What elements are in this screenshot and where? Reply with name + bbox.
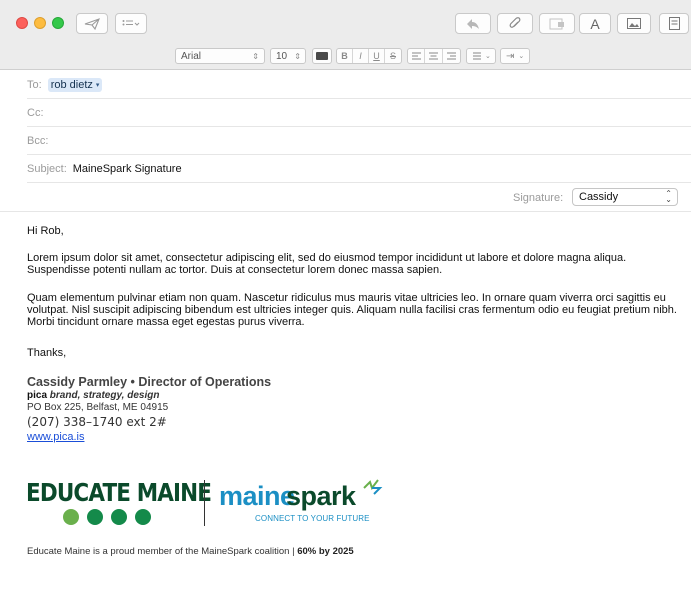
signature-name-title: Cassidy Parmley • Director of Operations <box>27 375 272 389</box>
subject-value[interactable]: MaineSpark Signature <box>73 163 182 175</box>
body-paragraph-1[interactable]: Lorem ipsum dolor sit amet, consectetur … <box>27 252 677 276</box>
mainespark-logo-spark: spark <box>286 481 356 511</box>
signature-label: Signature: <box>513 192 564 204</box>
subject-field[interactable]: Subject: MaineSpark Signature <box>27 155 691 183</box>
signature-value: Cassidy <box>579 191 619 203</box>
cc-field[interactable]: Cc: <box>27 99 691 127</box>
font-icon: A <box>590 15 600 32</box>
select-arrows-icon: ⇕ <box>294 51 301 61</box>
tools-icon <box>111 509 127 525</box>
chart-icon <box>63 509 79 525</box>
educate-maine-logo: EDUCATE MAINE <box>26 478 212 507</box>
logo-divider <box>204 480 205 526</box>
bcc-field[interactable]: Bcc: <box>27 127 691 155</box>
indent-icon: ⇥ <box>506 50 515 62</box>
signature-tagline: brand, strategy, design <box>49 390 160 401</box>
signature-select[interactable]: Cassidy ⌃ ⌄ <box>572 188 678 206</box>
footer-text: Educate Maine is a proud member of the M… <box>27 546 295 557</box>
font-size-select[interactable]: 10 ⇕ <box>270 48 306 64</box>
footer-note: Educate Maine is a proud member of the M… <box>27 546 354 557</box>
cc-label: Cc: <box>27 106 44 119</box>
align-center-icon <box>429 52 439 60</box>
to-field[interactable]: To: rob dietz ▾ <box>27 71 691 99</box>
font-family-select[interactable]: Arial ⇕ <box>175 48 265 64</box>
signature-company-line: pica brand, strategy, design <box>27 390 159 401</box>
bcc-label: Bcc: <box>27 134 49 147</box>
bullet-list-icon <box>473 52 481 60</box>
mainespark-tagline: CONNECT TO YOUR FUTURE <box>255 514 370 523</box>
list-style-select[interactable]: ⌄ <box>466 48 496 64</box>
strikethrough-button[interactable]: S <box>385 49 401 63</box>
mainespark-logo-maine: maine <box>219 481 295 511</box>
chevron-down-icon: ▾ <box>95 81 100 89</box>
underline-button[interactable]: U <box>369 49 385 63</box>
italic-button[interactable]: I <box>353 49 369 63</box>
photo-browser-button[interactable] <box>617 13 651 34</box>
greeting[interactable]: Hi Rob, <box>27 225 677 237</box>
to-label: To: <box>27 78 42 91</box>
subject-label: Subject: <box>27 162 67 175</box>
fonts-button[interactable]: A <box>579 13 611 34</box>
format-menu-button[interactable] <box>115 13 147 34</box>
window-toolbar: A <box>0 0 691 44</box>
spark-star-icon <box>363 479 383 495</box>
closing[interactable]: Thanks, <box>27 347 677 359</box>
align-left-icon <box>411 52 421 60</box>
photo-browser-icon <box>627 18 641 29</box>
attach-icon <box>509 16 521 28</box>
footer-goal: 60% by 2025 <box>297 546 354 557</box>
align-right-button[interactable] <box>443 49 460 63</box>
recipient-token[interactable]: rob dietz ▾ <box>47 77 103 92</box>
bold-button[interactable]: B <box>337 49 353 63</box>
graduation-cap-icon <box>87 509 103 525</box>
font-family-value: Arial <box>181 50 202 62</box>
align-left-button[interactable] <box>408 49 426 63</box>
signature-company: pica <box>27 390 48 401</box>
chevron-down-icon: ⌄ <box>485 53 491 60</box>
list-icon <box>122 19 140 26</box>
align-right-icon <box>446 52 456 60</box>
reply-button[interactable] <box>455 13 491 34</box>
body-paragraph-2[interactable]: Quam elementum pulvinar etiam non quam. … <box>27 292 677 328</box>
select-arrows-icon: ⌃ ⌄ <box>665 189 672 204</box>
text-color-button[interactable] <box>312 48 332 64</box>
lightbulb-icon <box>135 509 151 525</box>
close-window-button[interactable] <box>16 17 28 29</box>
template-button[interactable] <box>659 13 689 34</box>
send-icon <box>84 17 100 30</box>
zoom-window-button[interactable] <box>52 17 64 29</box>
attach-button[interactable] <box>497 13 533 34</box>
template-icon <box>668 17 680 30</box>
text-style-group: B I U S <box>336 48 402 64</box>
minimize-window-button[interactable] <box>34 17 46 29</box>
select-arrows-icon: ⇕ <box>252 51 259 61</box>
header-fields-button[interactable] <box>539 13 575 34</box>
align-center-button[interactable] <box>425 49 443 63</box>
header-fields-icon <box>549 18 564 29</box>
signature-website-link[interactable]: www.pica.is <box>27 431 84 443</box>
color-swatch-icon <box>316 52 328 60</box>
signature-address: PO Box 225, Belfast, ME 04915 <box>27 402 169 413</box>
reply-icon <box>467 18 479 29</box>
recipient-name: rob dietz <box>50 78 93 91</box>
signature-phone: (207) 338–1740 ext 2# <box>27 415 167 429</box>
font-size-value: 10 <box>276 50 288 62</box>
chevron-down-icon: ⌄ <box>518 53 525 60</box>
alignment-group <box>407 48 461 64</box>
send-button[interactable] <box>76 13 108 34</box>
indent-select[interactable]: ⇥ ⌄ <box>500 48 530 64</box>
